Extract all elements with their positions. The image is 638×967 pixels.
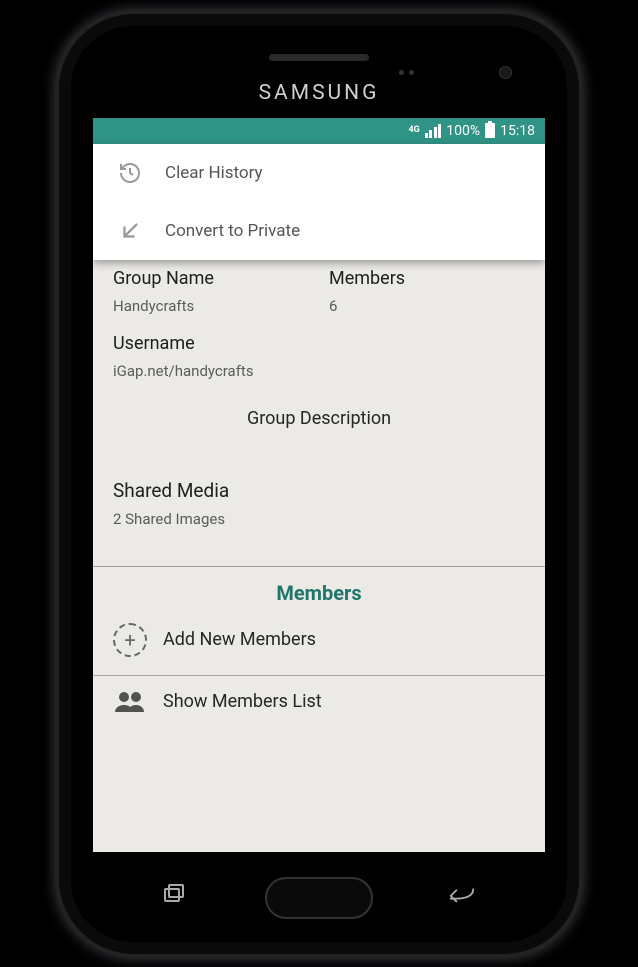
proximity-sensor (399, 70, 414, 75)
people-icon (113, 690, 147, 714)
battery-percent: 100% (446, 123, 480, 139)
signal-icon (425, 124, 442, 138)
clock: 15:18 (500, 123, 535, 139)
add-members-label: Add New Members (163, 629, 316, 650)
network-indicator: 4G (408, 126, 419, 135)
clear-history-label: Clear History (165, 163, 263, 183)
group-name-label: Group Name (113, 268, 309, 289)
battery-icon (485, 123, 495, 138)
recent-apps-button[interactable] (163, 883, 187, 909)
clear-history-item[interactable]: Clear History (93, 144, 545, 202)
members-section-title: Members (93, 567, 545, 619)
convert-private-item[interactable]: Convert to Private (93, 202, 545, 260)
status-bar: 4G 100% 15:18 (93, 118, 545, 144)
username-value: iGap.net/handycrafts (113, 362, 525, 380)
show-members-row[interactable]: Show Members List (93, 675, 545, 728)
options-popup: Clear History Convert to Private (93, 144, 545, 260)
back-button[interactable] (447, 884, 475, 909)
arrow-down-left-icon (117, 218, 143, 244)
show-members-label: Show Members List (163, 691, 322, 712)
shared-media-value[interactable]: 2 Shared Images (113, 510, 525, 528)
convert-private-label: Convert to Private (165, 221, 300, 241)
members-count-label: Members (329, 268, 525, 289)
plus-icon: + (113, 623, 147, 657)
username-label: Username (113, 333, 525, 354)
home-button[interactable] (265, 877, 373, 919)
members-count-value: 6 (329, 297, 525, 315)
history-icon (117, 160, 143, 186)
group-description-label[interactable]: Group Description (93, 398, 545, 479)
brand-logo: SAMSUNG (71, 81, 567, 105)
phone-speaker (269, 54, 369, 61)
add-members-row[interactable]: + Add New Members (93, 619, 545, 675)
shared-media-label: Shared Media (113, 479, 525, 502)
group-name-value: Handycrafts (113, 297, 309, 315)
front-camera (499, 66, 512, 79)
